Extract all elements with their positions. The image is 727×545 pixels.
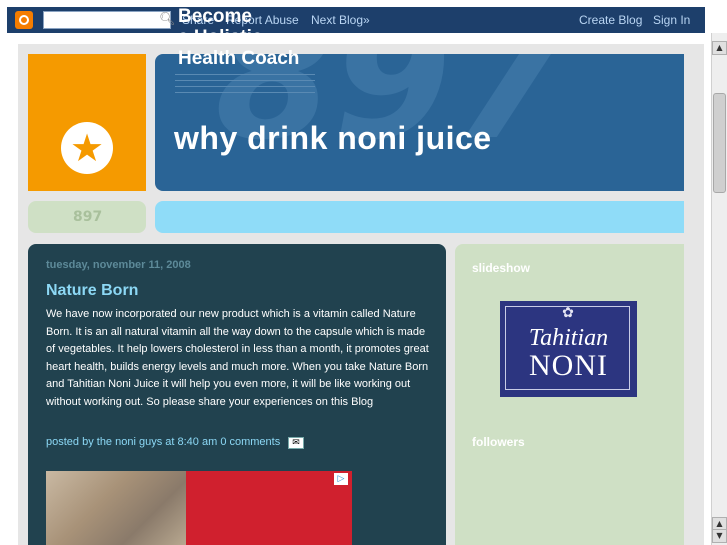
post-comments-link[interactable]: 0 comments	[220, 436, 280, 448]
scroll-down-arrow-icon[interactable]: ▼	[712, 529, 727, 543]
slideshow-title: slideshow	[472, 261, 531, 275]
ad-headline[interactable]: Become a Holistic Health Coach	[178, 6, 299, 69]
search-input[interactable]	[43, 11, 171, 29]
post-footer: posted by the noni guys at 8:40 am 0 com…	[46, 436, 280, 448]
email-post-icon[interactable]: ✉	[288, 437, 304, 449]
slideshow-image[interactable]: ✿ Tahitian NONI	[500, 301, 637, 397]
scroll-thumb[interactable]	[713, 93, 726, 193]
scroll-up-arrow-icon[interactable]: ▲	[712, 41, 727, 55]
blogger-navbar: 🔍︎ Share Report Abuse Next Blog» Create …	[7, 7, 705, 33]
blog-title[interactable]: why drink noni juice	[174, 120, 492, 157]
followers-title: followers	[472, 435, 525, 449]
blogger-logo-icon[interactable]	[15, 11, 33, 29]
header-decoration-lines	[175, 74, 325, 104]
post-body: We have now incorporated our new product…	[46, 308, 429, 408]
vertical-scrollbar[interactable]: ▲ ▲ ▼	[711, 33, 727, 545]
ad-red-panel	[186, 471, 352, 545]
search-icon[interactable]: 🔍︎	[159, 12, 176, 28]
ad-banner[interactable]: ▷	[46, 471, 352, 545]
post-time-link[interactable]: 8:40 am	[178, 436, 218, 448]
strip-number: 897	[73, 209, 103, 225]
star-icon: ★	[61, 122, 113, 174]
post-date: tuesday, november 11, 2008	[46, 259, 191, 271]
ad-photo	[46, 471, 186, 545]
header-blue-strip	[155, 201, 684, 233]
header-green-strip: 897	[28, 201, 146, 233]
logo-tahitian: Tahitian	[528, 325, 609, 351]
post-title[interactable]: Nature Born	[46, 282, 138, 300]
flower-icon: ✿	[562, 305, 574, 321]
create-blog-link[interactable]: Create Blog	[579, 13, 642, 27]
logo-noni: NONI	[529, 349, 608, 382]
post-author: posted by the noni guys at	[46, 436, 175, 448]
ad-choices-icon[interactable]: ▷	[334, 473, 348, 485]
sign-in-link[interactable]: Sign In	[653, 13, 690, 27]
next-blog-link[interactable]: Next Blog»	[311, 13, 370, 27]
